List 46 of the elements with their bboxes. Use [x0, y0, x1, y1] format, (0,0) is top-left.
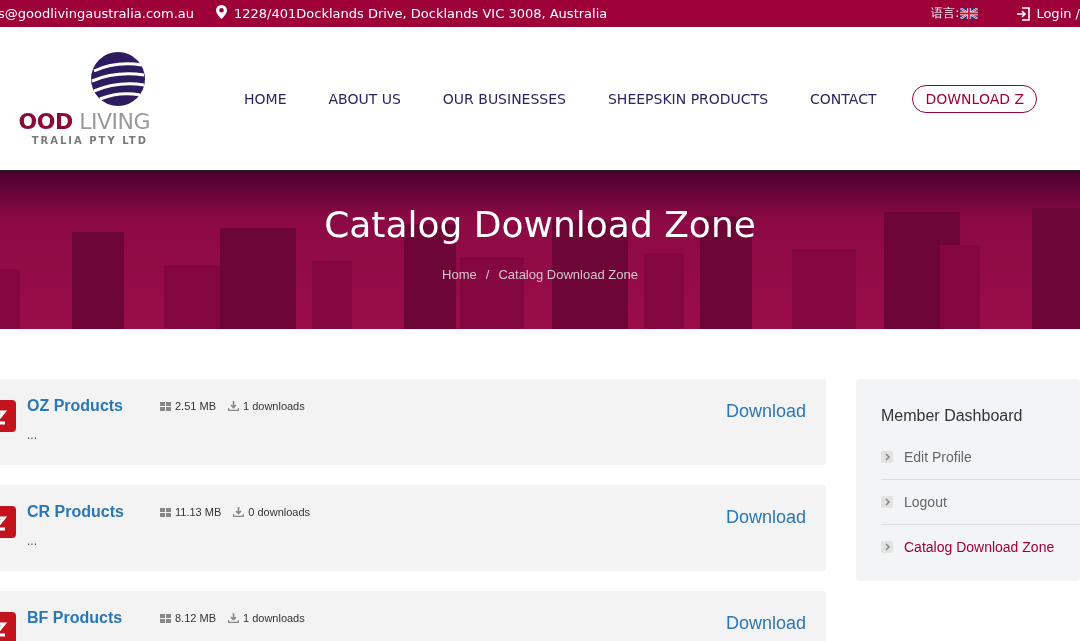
nav-link[interactable]: CONTACT	[810, 86, 877, 111]
download-count-text: 0 downloads	[248, 506, 311, 518]
login-icon	[1016, 6, 1031, 21]
chevron-icon	[881, 451, 893, 463]
globe-icon	[90, 51, 146, 107]
nav-link[interactable]: OUR BUSINESSES	[442, 86, 566, 111]
download-icon	[227, 401, 239, 411]
dashboard-menu-item[interactable]: Edit Profile	[881, 435, 1080, 480]
download-count-text: 1 downloads	[242, 400, 305, 412]
file-size-icon	[160, 401, 171, 411]
map-pin-icon	[216, 5, 227, 19]
dashboard-title: Member Dashboard	[881, 407, 1024, 425]
file-size-text: 11.13 MB	[175, 506, 222, 518]
file-title-link[interactable]: CR Products	[27, 503, 160, 521]
logo-text: OOD	[18, 109, 73, 134]
download-link[interactable]: Download	[725, 401, 806, 465]
file-size-text: 8.12 MB	[175, 612, 216, 624]
dashboard-menu-item[interactable]: Logout	[881, 480, 1080, 525]
nav-link[interactable]: ABOUT US	[328, 86, 401, 111]
page-title: Catalog Download Zone	[324, 204, 756, 245]
logo-subtitle: TRALIA PTY LTD	[31, 135, 148, 146]
download-count-text: 1 downloads	[242, 612, 305, 624]
nav-link[interactable]: SHEEPSKIN PRODUCTS	[607, 86, 769, 111]
file-size-text: 2.51 MB	[175, 400, 216, 412]
file-title-link[interactable]: BF Products	[27, 609, 160, 627]
file-title-link[interactable]: OZ Products	[27, 397, 160, 415]
flag-icon[interactable]	[960, 8, 979, 19]
language-label: 语言:	[931, 5, 960, 22]
breadcrumb-current: Catalog Download Zone	[498, 267, 638, 282]
download-link[interactable]: Download	[725, 507, 806, 571]
file-size-icon	[160, 507, 171, 517]
file-excerpt: ...	[27, 534, 38, 548]
address-text: 1228/401Docklands Drive, Docklands VIC 3008, Australia	[234, 6, 608, 21]
login-link[interactable]: Login /	[1036, 6, 1080, 21]
file-excerpt: ...	[27, 428, 38, 442]
file-size-icon	[160, 613, 171, 623]
download-link[interactable]: Download	[725, 613, 806, 641]
chevron-icon	[881, 496, 893, 508]
breadcrumb-link[interactable]: Home	[442, 267, 477, 282]
dashboard-menu-item[interactable]: Catalog Download Zone	[881, 525, 1080, 569]
download-icon	[227, 613, 239, 623]
logo-text: LIVING	[79, 109, 150, 134]
download-icon	[233, 507, 245, 517]
nav-link[interactable]: HOME	[244, 86, 287, 111]
breadcrumb-separator: /	[485, 267, 490, 282]
chevron-icon	[881, 541, 893, 553]
